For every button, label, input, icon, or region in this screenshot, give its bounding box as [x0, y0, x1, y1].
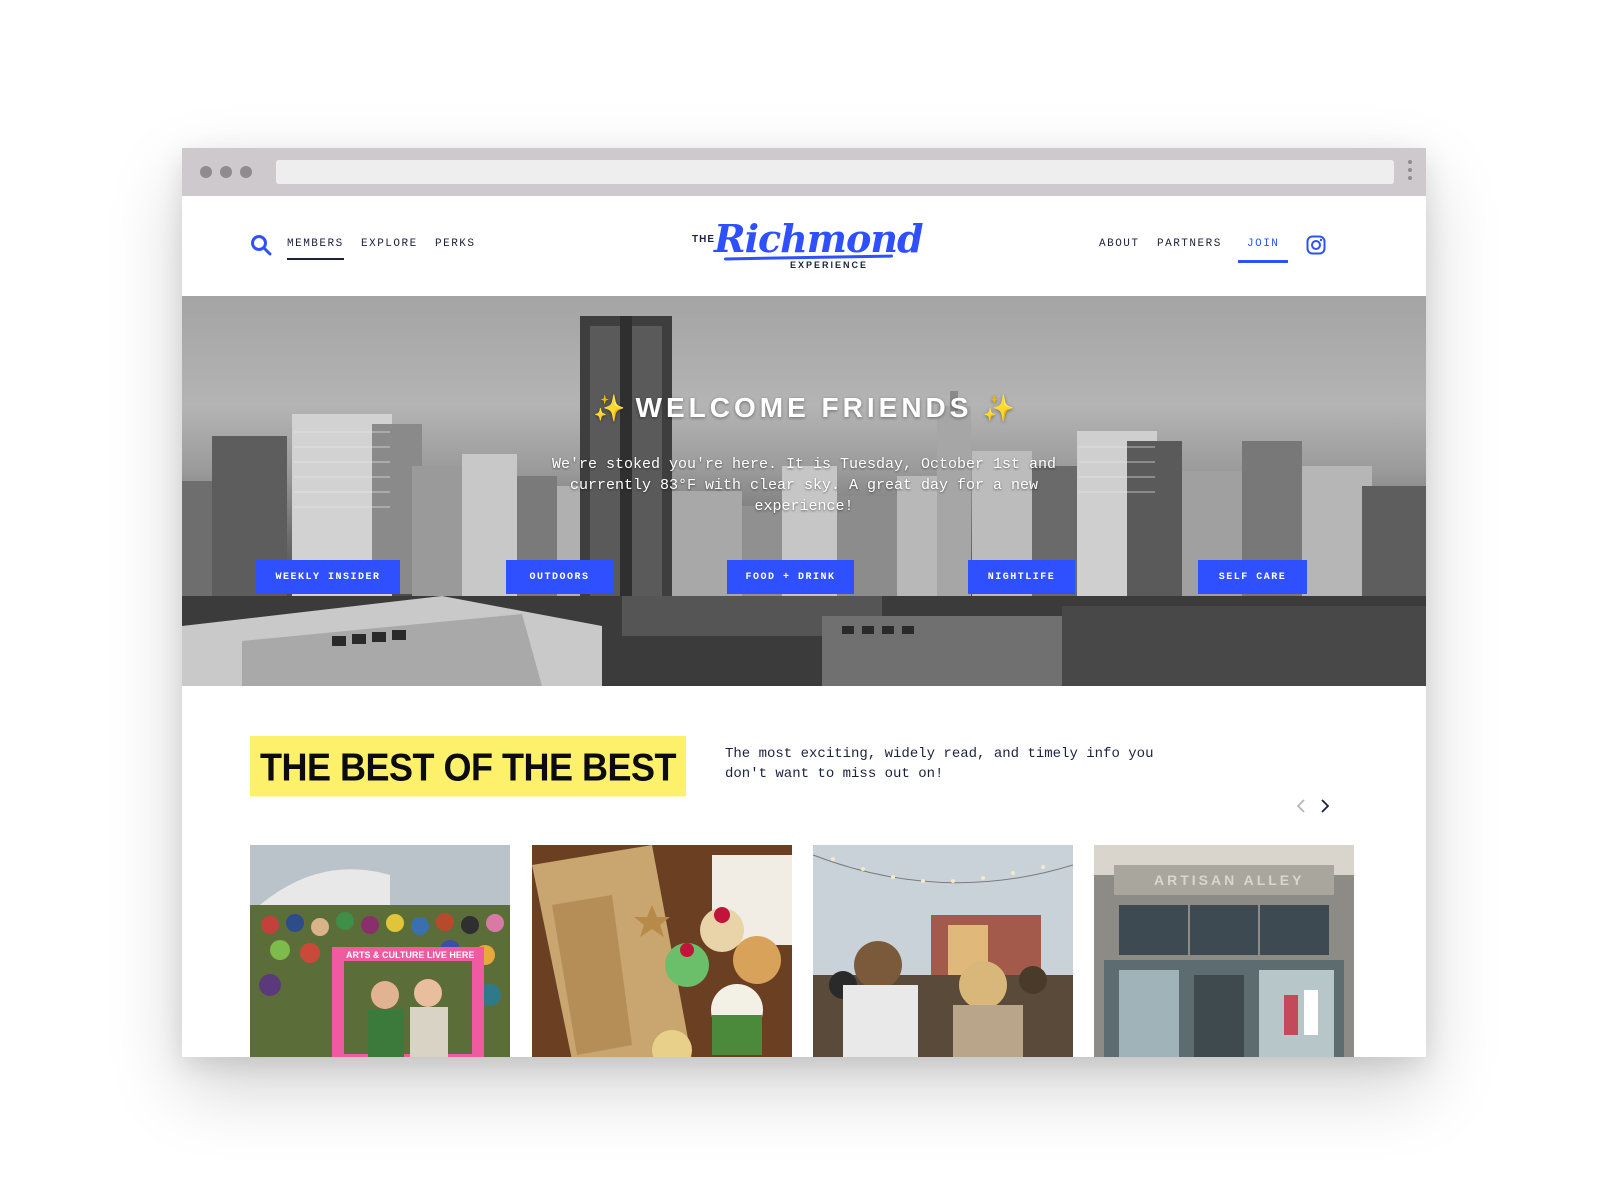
weekly-insider-button[interactable]: WEEKLY INSIDER [256, 560, 400, 594]
logo-subtitle: EXPERIENCE [790, 260, 869, 270]
best-description: The most exciting, widely read, and time… [725, 746, 1154, 782]
site-logo[interactable]: THE Richmond EXPERIENCE [682, 216, 924, 276]
cupcakes-image [532, 845, 792, 1057]
nav-about[interactable]: ABOUT [1099, 238, 1140, 250]
festival-crowd-image: ARTS & CULTURE LIVE HERE [250, 845, 510, 1057]
hero-banner: ✨ WELCOME FRIENDS ✨ We're stoked you're he… [182, 296, 1426, 686]
logo-name: Richmond [714, 216, 924, 261]
hero-title-text: WELCOME FRIENDS [635, 392, 973, 423]
instagram-icon[interactable] [1306, 235, 1326, 255]
nav-explore[interactable]: EXPLORE [361, 238, 418, 250]
sparkle-icon: ✨ [593, 393, 626, 423]
artisan-alley-storefront-image: ARTISAN ALLEY [1094, 845, 1354, 1057]
address-bar[interactable] [276, 160, 1394, 184]
hero-title: ✨ WELCOME FRIENDS ✨ [182, 392, 1426, 424]
nav-join[interactable]: JOIN [1238, 238, 1289, 263]
browser-toolbar [182, 148, 1426, 196]
logo-the: THE [692, 234, 715, 245]
site-header: MEMBERS EXPLORE PERKS THE Richmond EXPER… [182, 196, 1426, 296]
concert-crowd-image [813, 845, 1073, 1057]
outdoors-button[interactable]: OUTDOORS [506, 560, 613, 594]
chevron-right-icon[interactable] [1318, 798, 1332, 814]
search-icon[interactable] [250, 234, 272, 256]
chevron-left-icon[interactable] [1294, 798, 1308, 814]
card-storefront[interactable]: ARTISAN ALLEY [1094, 845, 1354, 1057]
card-storefront-sign: ARTISAN ALLEY [1154, 872, 1304, 888]
best-of-the-best-heading: THE BEST OF THE BEST [250, 736, 687, 797]
window-dot[interactable] [200, 166, 212, 178]
nav-partners[interactable]: PARTNERS [1157, 238, 1222, 250]
window-dot[interactable] [220, 166, 232, 178]
browser-menu-icon[interactable] [1408, 160, 1412, 184]
nav-members[interactable]: MEMBERS [287, 238, 344, 260]
browser-window: MEMBERS EXPLORE PERKS THE Richmond EXPER… [182, 148, 1426, 1057]
nav-perks[interactable]: PERKS [435, 238, 476, 250]
window-dot[interactable] [240, 166, 252, 178]
food-drink-button[interactable]: FOOD + DRINK [727, 560, 854, 594]
hero-welcome-text: We're stoked you're here. It is Tuesday,… [551, 456, 1057, 515]
card-festival[interactable]: ARTS & CULTURE LIVE HERE [250, 845, 510, 1057]
sparkle-icon: ✨ [982, 393, 1015, 423]
card-food[interactable] [532, 845, 792, 1057]
nightlife-button[interactable]: NIGHTLIFE [968, 560, 1075, 594]
card-festival-sign: ARTS & CULTURE LIVE HERE [346, 950, 474, 960]
best-section-heading-wrap: THE BEST OF THE BEST [250, 736, 687, 797]
card-nightlife[interactable] [813, 845, 1073, 1057]
self-care-button[interactable]: SELF CARE [1198, 560, 1307, 594]
